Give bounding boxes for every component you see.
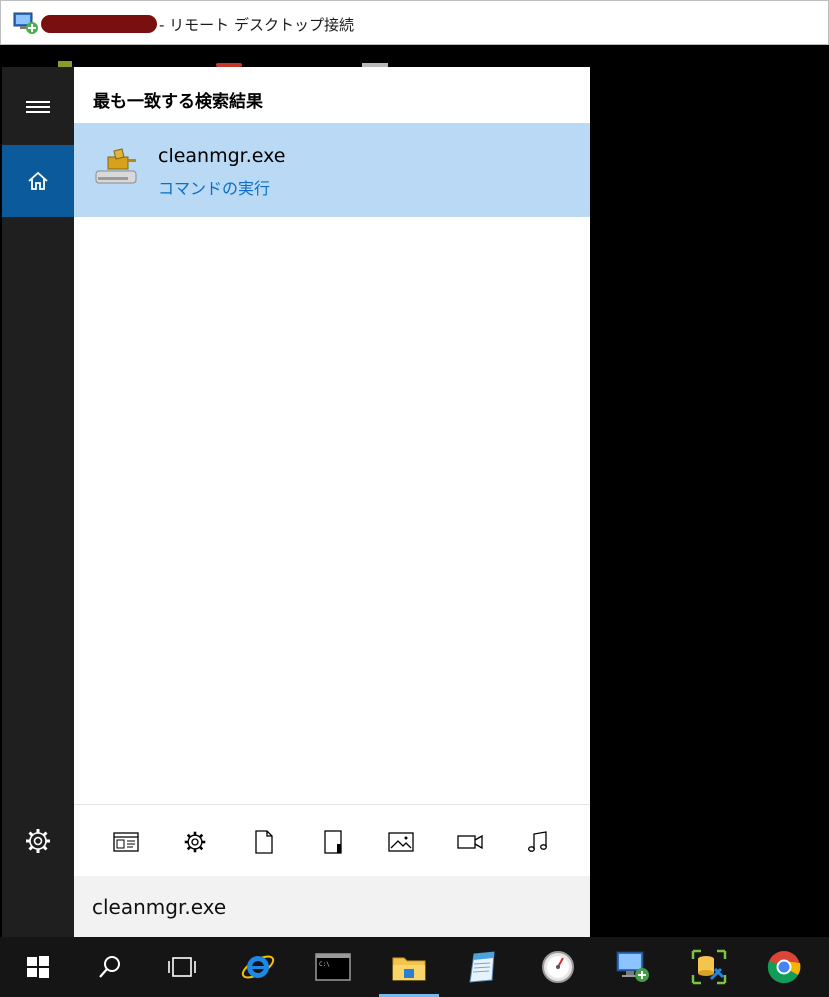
server-tools-icon[interactable] — [679, 937, 739, 997]
remote-desktop-icon[interactable] — [603, 937, 663, 997]
result-title: cleanmgr.exe — [158, 145, 286, 167]
home-icon — [28, 171, 48, 190]
apps-filter-icon[interactable] — [112, 829, 140, 855]
folders-filter-icon[interactable] — [319, 829, 347, 855]
search-box[interactable] — [74, 876, 590, 937]
start-menu-rail — [2, 67, 74, 937]
home-button[interactable] — [2, 145, 74, 217]
remote-desktop-icon — [13, 12, 38, 34]
task-view-icon[interactable] — [152, 937, 212, 997]
windows-start-icon[interactable] — [8, 937, 68, 997]
documents-filter-icon[interactable] — [250, 829, 278, 855]
videos-filter-icon[interactable] — [456, 829, 484, 855]
hamburger-icon[interactable] — [26, 101, 50, 115]
svg-text:C:\: C:\ — [319, 961, 330, 968]
command-prompt-icon[interactable]: C:\ — [303, 937, 363, 997]
result-subtitle: コマンドの実行 — [158, 179, 271, 198]
best-match-header: 最も一致する検索結果 — [93, 92, 263, 112]
search-filter-bar — [74, 804, 590, 876]
taskbar: C:\ — [0, 937, 829, 997]
window-title-bar[interactable]: - リモート デスクトップ接続 — [0, 0, 829, 45]
search-results-panel: 最も一致する検索結果 cleanmgr.exe コマンドの実行 — [74, 67, 590, 937]
internet-explorer-icon[interactable] — [228, 937, 288, 997]
performance-monitor-icon[interactable] — [528, 937, 588, 997]
disk-cleanup-icon — [95, 148, 137, 184]
window-title: - リモート デスクトップ接続 — [159, 16, 354, 34]
search-icon[interactable] — [80, 937, 140, 997]
best-match-result[interactable]: cleanmgr.exe コマンドの実行 — [74, 123, 590, 217]
chrome-icon[interactable] — [754, 937, 814, 997]
photos-filter-icon[interactable] — [387, 829, 415, 855]
notepad-icon[interactable] — [453, 937, 513, 997]
settings-filter-icon[interactable] — [181, 829, 209, 855]
gear-icon[interactable] — [24, 827, 52, 855]
search-input[interactable] — [92, 892, 572, 922]
music-filter-icon[interactable] — [524, 829, 552, 855]
file-explorer-icon[interactable] — [379, 937, 439, 997]
desktop-icons-peek — [58, 61, 388, 67]
redacted-host-name — [41, 15, 157, 33]
